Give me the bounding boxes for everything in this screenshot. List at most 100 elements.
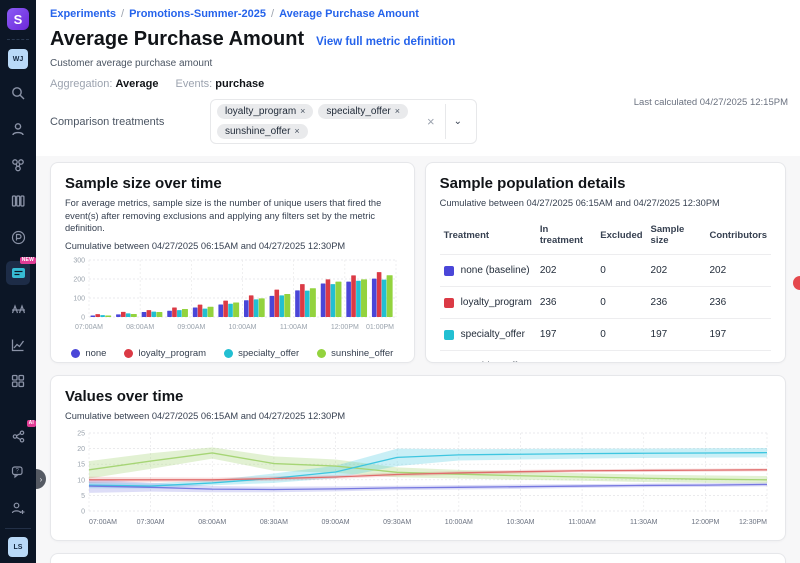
svg-text:09:00AM: 09:00AM bbox=[177, 324, 205, 331]
col-treatment: Treatment bbox=[440, 218, 536, 255]
svg-text:12:00PM: 12:00PM bbox=[691, 519, 719, 526]
aggregation-row: Aggregation: Average Events: purchase bbox=[50, 78, 786, 90]
table-row: none (baseline) 202 0 202 202 bbox=[440, 255, 771, 287]
breadcrumb-experiments[interactable]: Experiments bbox=[50, 8, 116, 20]
svg-text:300: 300 bbox=[73, 257, 85, 264]
values-line-chart: 051015202507:00AM07:30AM08:00AM08:30AM09… bbox=[65, 427, 773, 537]
svg-text:0: 0 bbox=[81, 314, 85, 321]
clear-all-icon[interactable]: × bbox=[417, 114, 445, 129]
insights-chart-icon[interactable] bbox=[6, 333, 30, 357]
comparison-treatments-select[interactable]: loyalty_program× specialty_offer× sunshi… bbox=[210, 99, 477, 144]
svg-text:200: 200 bbox=[73, 276, 85, 283]
chevron-down-icon[interactable]: ⌄ bbox=[446, 116, 470, 127]
holdouts-icon[interactable] bbox=[6, 297, 30, 321]
chip-sunshine-offer[interactable]: sunshine_offer× bbox=[217, 124, 308, 139]
breadcrumb-metric-name[interactable]: Average Purchase Amount bbox=[279, 8, 419, 20]
treatment-swatch bbox=[444, 362, 454, 364]
table-row: loyalty_program 236 0 236 236 bbox=[440, 287, 771, 319]
gates-icon[interactable] bbox=[6, 153, 30, 177]
statsig-logo-icon[interactable]: S bbox=[7, 8, 29, 30]
svg-text:0: 0 bbox=[81, 509, 85, 516]
events-label: Events: bbox=[176, 78, 213, 90]
events-value: purchase bbox=[215, 78, 264, 90]
aggregation-value: Average bbox=[115, 78, 158, 90]
breadcrumb-separator: / bbox=[121, 8, 124, 20]
breadcrumb: Experiments / Promotions-Summer-2025 / A… bbox=[50, 8, 786, 20]
chip-remove-icon[interactable]: × bbox=[395, 106, 400, 116]
table-row: specialty_offer 197 0 197 197 bbox=[440, 319, 771, 351]
page-header: Experiments / Promotions-Summer-2025 / A… bbox=[36, 0, 800, 156]
svg-text:25: 25 bbox=[77, 431, 85, 438]
population-table: Treatment In treatment Excluded Sample s… bbox=[440, 218, 771, 363]
sample-size-description: For average metrics, sample size is the … bbox=[65, 197, 395, 235]
svg-text:100: 100 bbox=[73, 295, 85, 302]
invite-user-icon[interactable] bbox=[6, 496, 30, 520]
svg-text:5: 5 bbox=[81, 493, 85, 500]
values-over-time-card: Values over time Cumulative between 04/2… bbox=[50, 375, 786, 541]
workspace-avatar[interactable]: WJ bbox=[8, 49, 28, 69]
breadcrumb-experiment-name[interactable]: Promotions-Summer-2025 bbox=[129, 8, 266, 20]
svg-text:10:00AM: 10:00AM bbox=[228, 324, 256, 331]
ai-assistant-icon[interactable]: AI bbox=[6, 424, 30, 448]
svg-text:20: 20 bbox=[77, 446, 85, 453]
chip-specialty-offer[interactable]: specialty_offer× bbox=[318, 104, 408, 119]
values-title: Values over time bbox=[65, 388, 771, 405]
svg-text:08:00AM: 08:00AM bbox=[126, 324, 154, 331]
sample-size-range: Cumulative between 04/27/2025 06:15AM an… bbox=[65, 241, 400, 251]
account-icon[interactable] bbox=[6, 117, 30, 141]
right-edge-handle[interactable] bbox=[793, 276, 800, 290]
chip-remove-icon[interactable]: × bbox=[294, 126, 299, 136]
svg-text:01:00PM: 01:00PM bbox=[366, 324, 394, 331]
svg-text:15: 15 bbox=[77, 462, 85, 469]
chip-remove-icon[interactable]: × bbox=[300, 106, 305, 116]
legend-dot bbox=[71, 349, 80, 358]
svg-text:12:00PM: 12:00PM bbox=[331, 324, 359, 331]
treatment-swatch bbox=[444, 266, 454, 276]
metric-subtitle: Customer average purchase amount bbox=[50, 58, 786, 69]
view-metric-definition-link[interactable]: View full metric definition bbox=[316, 36, 455, 48]
sidebar: S WJ NEW AI bbox=[0, 0, 36, 563]
svg-text:08:00AM: 08:00AM bbox=[198, 519, 226, 526]
metrics-icon-active[interactable]: NEW bbox=[6, 261, 30, 285]
svg-text:?: ? bbox=[16, 469, 20, 475]
legend-dot bbox=[224, 349, 233, 358]
user-avatar[interactable]: LS bbox=[8, 537, 28, 557]
content-area: Sample size over time For average metric… bbox=[36, 156, 800, 563]
sample-size-title: Sample size over time bbox=[65, 175, 400, 192]
legend-item-sunshine-offer: sunshine_offer bbox=[317, 348, 393, 359]
legend-item-loyalty-program: loyalty_program bbox=[124, 348, 206, 359]
app: S WJ NEW AI bbox=[0, 0, 800, 563]
bar-chart-legend: none loyalty_program specialty_offer sun… bbox=[65, 348, 400, 359]
svg-text:11:30AM: 11:30AM bbox=[630, 519, 658, 526]
col-excluded: Excluded bbox=[596, 218, 646, 255]
sidebar-divider bbox=[5, 528, 31, 529]
svg-text:10: 10 bbox=[77, 477, 85, 484]
comparison-treatments-label: Comparison treatments bbox=[50, 116, 210, 128]
search-icon[interactable] bbox=[6, 81, 30, 105]
population-range: Cumulative between 04/27/2025 06:15AM an… bbox=[440, 198, 771, 208]
col-in-treatment: In treatment bbox=[536, 218, 596, 255]
svg-text:11:00AM: 11:00AM bbox=[280, 324, 308, 331]
sidebar-divider bbox=[7, 39, 29, 40]
apps-grid-icon[interactable] bbox=[6, 369, 30, 393]
svg-text:12:30PM: 12:30PM bbox=[739, 519, 767, 526]
metric-dispersion-card: Metric dispersion Cumulative between 04/… bbox=[50, 553, 786, 563]
chip-loyalty-program[interactable]: loyalty_program× bbox=[217, 104, 313, 119]
treatment-swatch bbox=[444, 330, 454, 340]
main-panel: Experiments / Promotions-Summer-2025 / A… bbox=[36, 0, 800, 563]
svg-text:09:00AM: 09:00AM bbox=[322, 519, 350, 526]
svg-text:10:30AM: 10:30AM bbox=[506, 519, 534, 526]
legend-dot bbox=[317, 349, 326, 358]
legend-item-specialty-offer: specialty_offer bbox=[224, 348, 299, 359]
experiments-columns-icon[interactable] bbox=[6, 189, 30, 213]
sample-size-bar-chart: 0 100 200 300 07:00AM 08:00AM 09:00AM 10:00AM 11… bbox=[65, 255, 401, 341]
help-chat-icon[interactable]: ? bbox=[6, 460, 30, 484]
svg-text:07:00AM: 07:00AM bbox=[75, 324, 103, 331]
last-calculated-text: Last calculated 04/27/2025 12:15PM bbox=[634, 97, 788, 108]
col-contributors: Contributors bbox=[705, 218, 771, 255]
pulse-icon[interactable] bbox=[6, 225, 30, 249]
table-row: sunshine_offer 220 0 220 220 bbox=[440, 351, 771, 364]
svg-text:09:30AM: 09:30AM bbox=[383, 519, 411, 526]
values-range: Cumulative between 04/27/2025 06:15AM an… bbox=[65, 411, 771, 421]
table-header-row: Treatment In treatment Excluded Sample s… bbox=[440, 218, 771, 255]
